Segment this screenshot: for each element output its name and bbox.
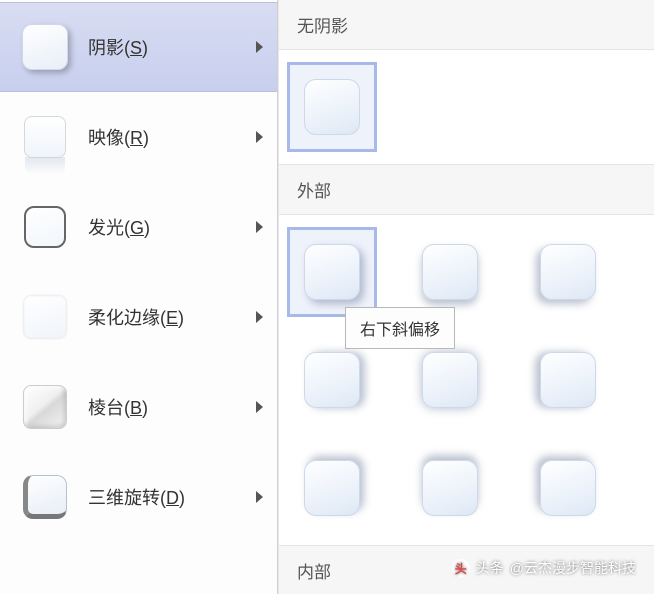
preset-no-shadow[interactable]	[287, 62, 377, 152]
bevel-icon	[18, 380, 72, 434]
shadow-preview-icon	[422, 460, 478, 516]
effects-menu: 阴影(S) 映像(R) 发光(G) 柔化边缘(E) 棱台(B) 三维旋转(D)	[0, 0, 278, 594]
rotation-3d-icon	[18, 470, 72, 524]
chevron-right-icon	[256, 131, 263, 143]
shadow-preview-icon	[540, 244, 596, 300]
menu-label: 阴影(S)	[88, 34, 256, 60]
chevron-right-icon	[256, 401, 263, 413]
chevron-right-icon	[256, 41, 263, 53]
chevron-right-icon	[256, 311, 263, 323]
preset-outer-6[interactable]	[523, 335, 613, 425]
menu-label: 柔化边缘(E)	[88, 304, 256, 330]
section-header-none: 无阴影	[279, 0, 654, 50]
chevron-right-icon	[256, 491, 263, 503]
tooltip: 右下斜偏移	[345, 307, 455, 349]
menu-label: 映像(R)	[88, 124, 256, 150]
shadow-preview-icon	[422, 244, 478, 300]
preset-outer-1[interactable]	[287, 227, 377, 317]
chevron-right-icon	[256, 221, 263, 233]
reflection-icon	[18, 110, 72, 164]
preset-outer-9[interactable]	[523, 443, 613, 533]
shadow-gallery: 无阴影 外部	[278, 0, 654, 594]
preset-outer-3[interactable]	[523, 227, 613, 317]
shadow-preview-icon	[304, 352, 360, 408]
shadow-preview-icon	[304, 79, 360, 135]
menu-item-reflection[interactable]: 映像(R)	[0, 92, 277, 182]
shadow-icon	[18, 20, 72, 74]
menu-item-3d-rotation[interactable]: 三维旋转(D)	[0, 452, 277, 542]
section-header-outer: 外部	[279, 164, 654, 215]
preset-outer-2[interactable]	[405, 227, 495, 317]
watermark: 头 头条 @云杰漫步智能科技	[452, 558, 636, 578]
glow-icon	[18, 200, 72, 254]
menu-item-shadow[interactable]: 阴影(S)	[0, 2, 277, 92]
shadow-preview-icon	[540, 460, 596, 516]
soft-edges-icon	[18, 290, 72, 344]
shadow-preview-icon	[540, 352, 596, 408]
watermark-icon: 头	[452, 559, 470, 577]
watermark-prefix: 头条	[476, 558, 504, 578]
shadow-preview-icon	[304, 244, 360, 300]
preset-group-outer: 右下斜偏移	[279, 215, 654, 545]
menu-label: 三维旋转(D)	[88, 484, 256, 510]
menu-item-glow[interactable]: 发光(G)	[0, 182, 277, 272]
preset-outer-8[interactable]	[405, 443, 495, 533]
preset-outer-7[interactable]	[287, 443, 377, 533]
menu-item-soft-edges[interactable]: 柔化边缘(E)	[0, 272, 277, 362]
shadow-preview-icon	[422, 352, 478, 408]
watermark-text: @云杰漫步智能科技	[510, 558, 636, 578]
menu-label: 发光(G)	[88, 214, 256, 240]
shadow-preview-icon	[304, 460, 360, 516]
preset-group-none	[279, 50, 654, 164]
menu-item-bevel[interactable]: 棱台(B)	[0, 362, 277, 452]
menu-label: 棱台(B)	[88, 394, 256, 420]
